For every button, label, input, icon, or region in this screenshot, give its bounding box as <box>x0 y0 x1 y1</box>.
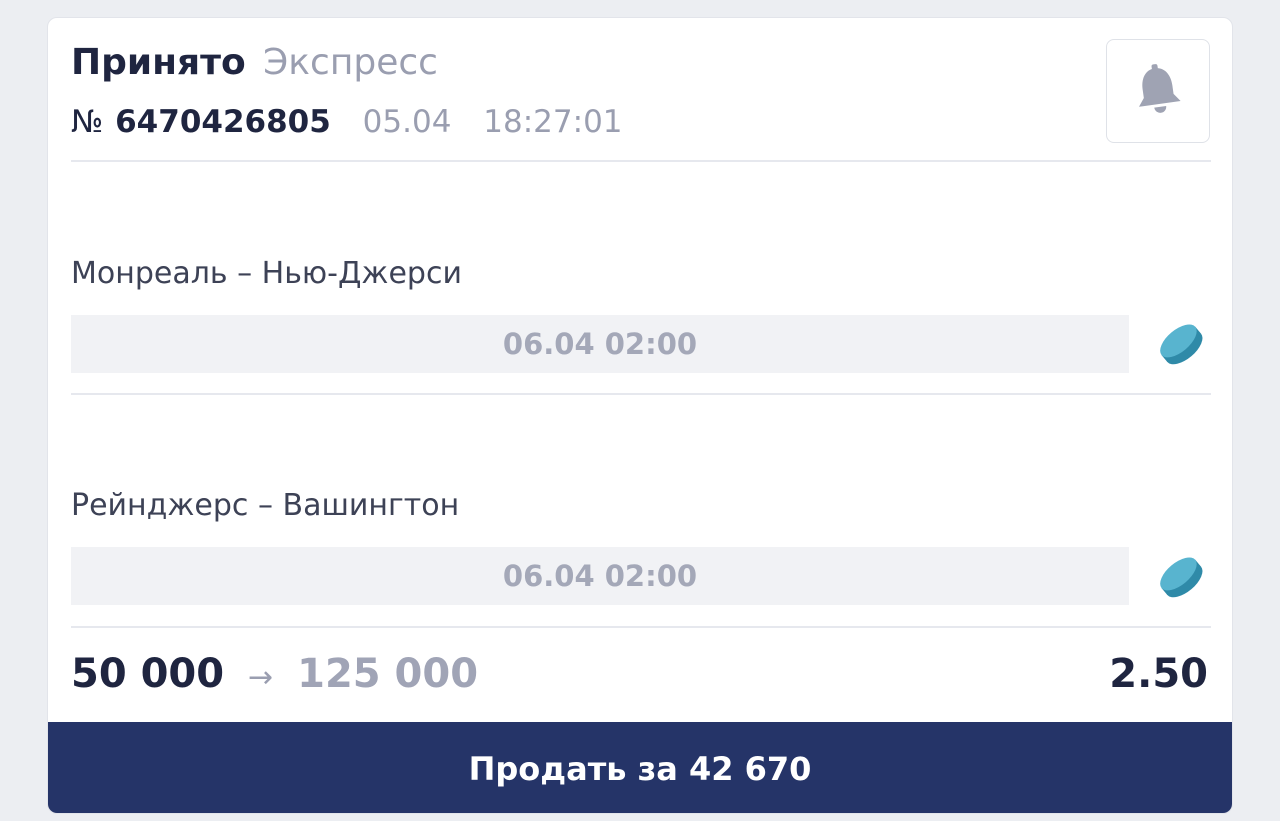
sell-button-label: Продать за 42 670 <box>468 749 812 788</box>
header-divider <box>71 160 1211 162</box>
bet-date: 05.04 <box>362 104 452 140</box>
total-odds: 2.50 <box>1109 651 1208 697</box>
bet-card: Принято Экспресс № 6470426805 05.04 18:2… <box>47 17 1233 814</box>
summary-divider <box>71 626 1211 628</box>
bet-meta: № 6470426805 05.04 18:27:01 <box>71 102 623 142</box>
event-time-bar: 06.04 02:00 <box>71 547 1129 605</box>
event-title: Монреаль – Нью-Джерси <box>71 256 462 291</box>
arrow-right-icon: → <box>248 660 274 695</box>
event-title: Рейнджерс – Вашингтон <box>71 488 460 523</box>
event-datetime: 06.04 02:00 <box>502 327 698 361</box>
sell-button[interactable]: Продать за 42 670 <box>48 722 1232 813</box>
stake-summary: 50 000 → 125 000 <box>71 648 478 704</box>
notification-button[interactable] <box>1106 39 1210 143</box>
payout-amount: 125 000 <box>297 651 479 697</box>
event-datetime: 06.04 02:00 <box>502 559 698 593</box>
bet-type: Экспресс <box>263 42 438 83</box>
bet-time: 18:27:01 <box>483 104 623 140</box>
stake-amount: 50 000 <box>71 651 225 697</box>
hockey-puck-icon <box>1160 557 1203 598</box>
bet-status: Принято <box>71 42 246 83</box>
bet-header-title: Принято Экспресс <box>71 40 438 86</box>
event-divider <box>71 393 1211 395</box>
hockey-puck-icon <box>1160 324 1203 365</box>
event-time-bar: 06.04 02:00 <box>71 315 1129 373</box>
ticket-number: 6470426805 <box>115 104 331 140</box>
bell-icon <box>1139 64 1181 113</box>
ticket-number-label: № <box>71 104 104 140</box>
